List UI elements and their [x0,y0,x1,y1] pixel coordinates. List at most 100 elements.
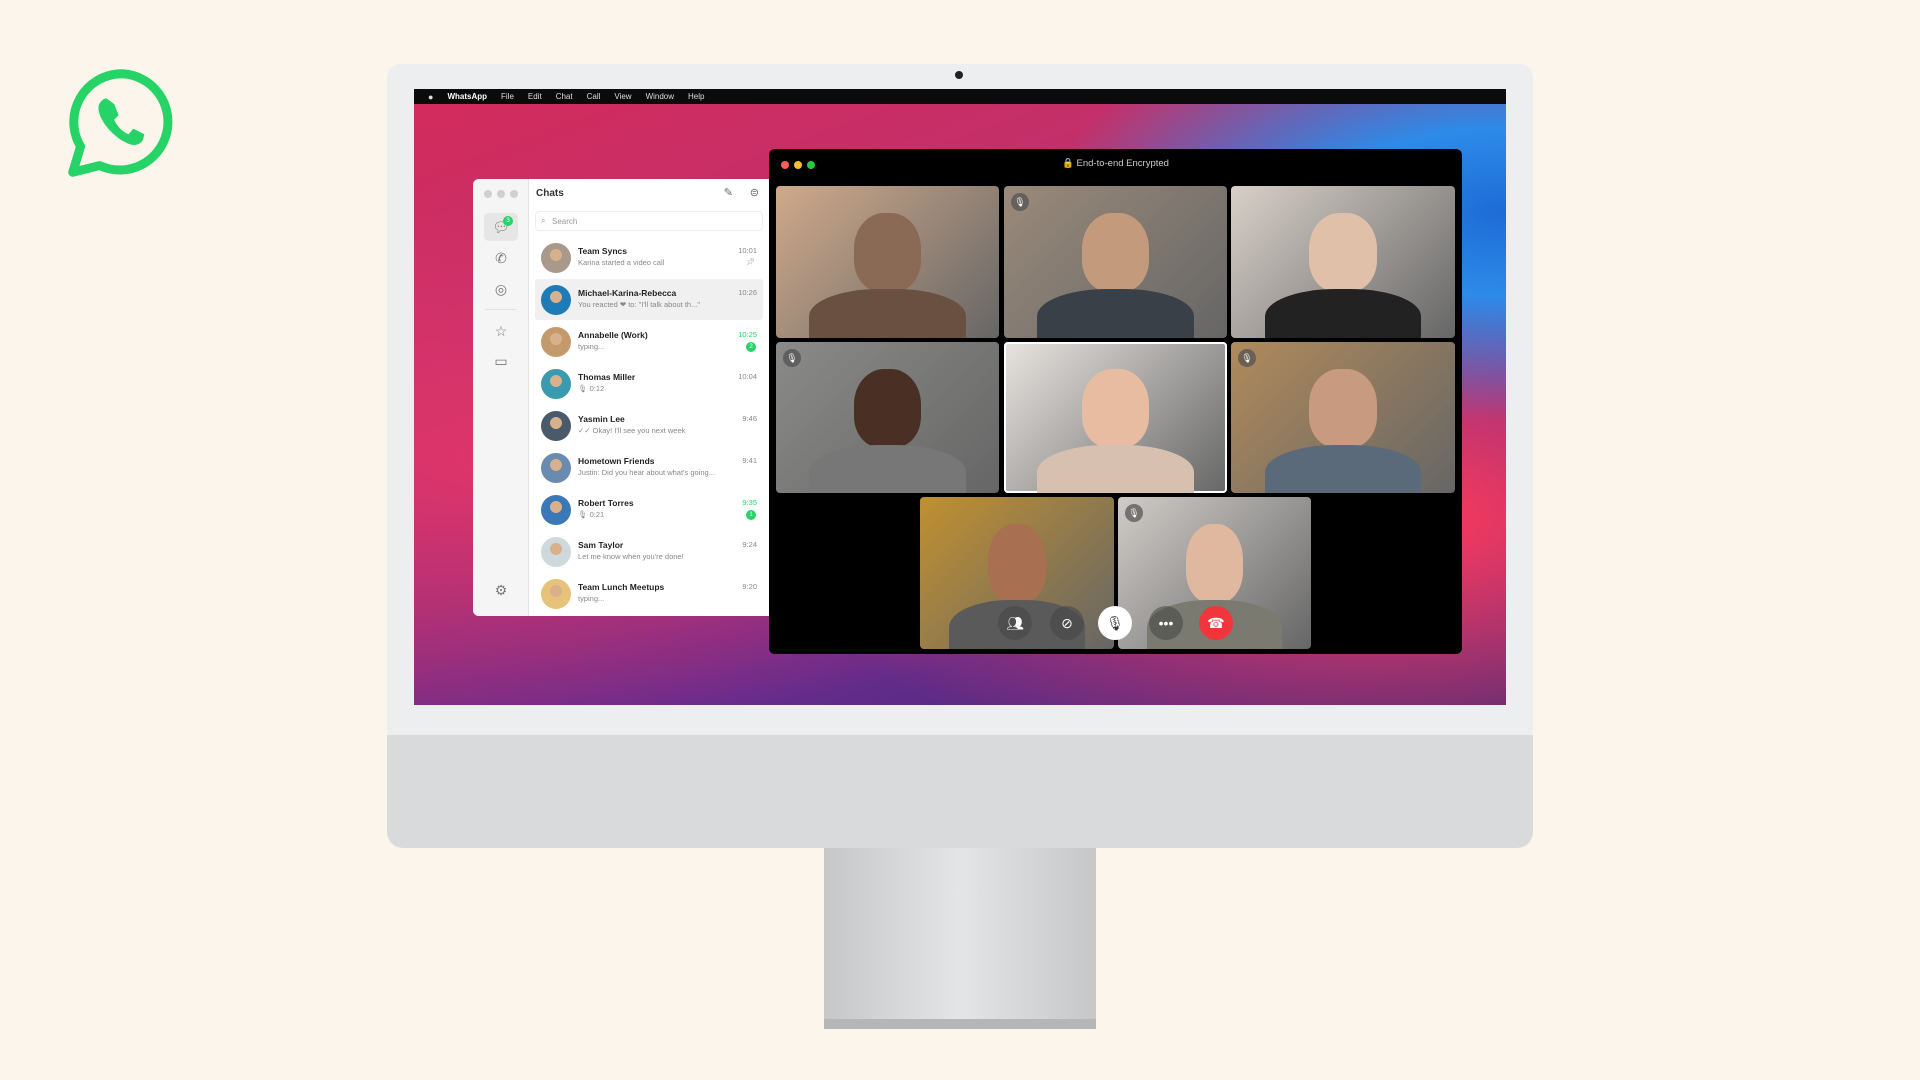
menu-chat[interactable]: Chat [556,92,573,101]
menu-window[interactable]: Window [646,92,674,101]
avatar [541,243,571,273]
more-button[interactable]: ••• [1149,606,1183,640]
avatar [541,537,571,567]
participant-video-tile[interactable] [1004,342,1227,493]
divider [485,309,516,310]
more-icon: ••• [1158,615,1174,631]
menu-whatsapp[interactable]: WhatsApp [447,92,487,101]
avatar [541,285,571,315]
star-icon: ☆ [494,322,508,339]
desktop-screen: ● WhatsApp File Edit Chat Call View Wind… [414,89,1506,705]
page-title: Chats [536,188,564,199]
participant-video-tile[interactable] [1231,186,1455,338]
menu-call[interactable]: Call [587,92,601,101]
chat-list-item[interactable]: Sam Taylor Let me know when you're done!… [535,531,763,572]
chats-window: 💬︎ 3 ✆ ◎ ☆ ▭ ⚙ Chats ✎ ⊜ ⌕ Search Team Sy… [473,179,769,616]
participant-video-tile[interactable]: 🎙︎ [1004,186,1227,338]
menu-edit[interactable]: Edit [528,92,542,101]
avatar [541,411,571,441]
participant-video-tile[interactable]: 🎙︎ [776,342,999,493]
sidebar: 💬︎ 3 ✆ ◎ ☆ ▭ ⚙ [473,179,529,616]
participant-video-tile[interactable]: 🎙︎ [1231,342,1455,493]
monitor-stand [824,848,1096,1029]
chat-time: 9:35 [742,498,757,507]
chat-name: Annabelle (Work) [578,330,648,340]
chat-name: Michael-Karina-Rebecca [578,288,677,298]
chat-time: 10:25 [738,330,757,339]
chat-time: 9:41 [742,456,757,465]
unread-badge: 3 [503,216,513,226]
sidebar-settings[interactable]: ⚙ [484,576,518,604]
chat-time: 10:26 [738,288,757,297]
camera-icon [955,71,963,79]
filter-icon[interactable]: ⊜ [750,186,759,199]
menu-view[interactable]: View [614,92,631,101]
chat-preview: Karina started a video call [578,258,665,267]
chat-name: Team Syncs [578,246,627,256]
participant-face [1082,369,1149,448]
minimize-button[interactable] [497,190,505,198]
chat-list-item[interactable]: Hometown Friends Justin: Did you hear ab… [535,447,763,488]
settings-icon: ⚙ [494,581,508,598]
mic-muted-icon: 🎙︎ [783,349,801,367]
sidebar-status[interactable]: ◎ [484,275,518,303]
search-input[interactable]: ⌕ Search [535,211,763,231]
mic-muted-icon: 🎙︎ [1238,349,1256,367]
video-off-icon: ⊘ [1061,614,1073,631]
chat-preview: Let me know when you're done! [578,552,684,561]
menu-bar: ● WhatsApp File Edit Chat Call View Wind… [414,89,1506,104]
menu-file[interactable]: File [501,92,514,101]
chat-list-item[interactable]: Yasmin Lee ✓✓ Okay! I'll see you next we… [535,405,763,446]
end-call-button[interactable]: ☎ [1199,606,1233,640]
chat-name: Thomas Miller [578,372,636,382]
status-icon: ◎ [494,280,508,297]
avatar [541,495,571,525]
chat-name: Robert Torres [578,498,634,508]
mute-button[interactable]: 🎙︎ [1098,606,1132,640]
chat-list-item[interactable]: Annabelle (Work) typing... 10:25 2 [535,321,763,362]
chat-name: Sam Taylor [578,540,624,550]
participant-video-tile[interactable] [776,186,999,338]
chat-time: 9:20 [742,582,757,591]
chat-list-item[interactable]: Team Syncs Karina started a video call 1… [535,237,763,278]
zoom-button[interactable] [510,190,518,198]
participant-face [987,524,1047,604]
chat-preview: typing... [578,342,605,351]
search-icon: ⌕ [541,216,546,225]
chat-list-item[interactable]: Michael-Karina-Rebecca You reacted ❤ to:… [535,279,763,320]
participant-face [1185,524,1244,604]
apple-icon[interactable]: ● [428,92,433,102]
chat-preview: Justin: Did you hear about what's going.… [578,468,715,477]
participant-body [1037,289,1194,338]
whatsapp-logo [68,69,173,177]
chat-name: Yasmin Lee [578,414,625,424]
chat-list-item[interactable]: Thomas Miller 🎙 0:12 10:04 [535,363,763,404]
sidebar-chats[interactable]: 💬︎ 3 [484,213,518,241]
people-icon: 👥︎ [1006,614,1024,631]
menu-help[interactable]: Help [688,92,704,101]
avatar [541,327,571,357]
participants-button[interactable]: 👥︎ [998,606,1032,640]
participant-face [1082,213,1149,293]
close-button[interactable] [484,190,492,198]
unread-badge: 2 [746,342,756,352]
participant-body [1037,444,1194,493]
new-chat-icon[interactable]: ✎ [724,186,733,199]
chat-name: Hometown Friends [578,456,655,466]
chat-list-item[interactable]: Team Lunch Meetups typing... 9:20 [535,573,763,614]
monitor-chin [387,735,1533,848]
mic-muted-icon: 🎙︎ [1125,504,1143,522]
video-toggle-button[interactable]: ⊘ [1050,606,1084,640]
chat-time: 10:04 [738,372,757,381]
hangup-icon: ☎ [1207,614,1225,631]
chat-time: 10:01 [738,246,757,255]
sidebar-starred[interactable]: ☆ [484,317,518,345]
mic-muted-icon: 🎙︎ [1011,193,1029,211]
chat-list-item[interactable]: Robert Torres 🎙 0:21 9:35 1 [535,489,763,530]
sidebar-archived[interactable]: ▭ [484,347,518,375]
sidebar-calls[interactable]: ✆ [484,244,518,272]
chat-preview: typing... [578,594,605,603]
mic-off-icon: 🎙︎ [1106,614,1124,631]
video-call-window: 🔒 End-to-end Encrypted 🎙︎ 🎙︎ 🎙︎ 🎙︎ 👥︎ ⊘ 🎙︎ … [769,149,1462,654]
participant-face [854,369,921,448]
